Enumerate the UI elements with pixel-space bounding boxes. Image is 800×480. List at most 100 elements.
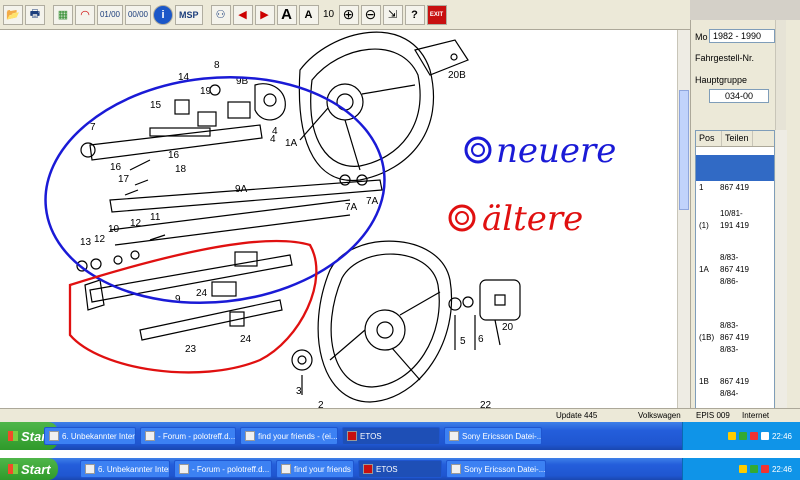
- tray-icon[interactable]: [760, 432, 769, 440]
- panel-scrollbar[interactable]: [775, 20, 786, 130]
- model-label: Mo: [695, 32, 708, 42]
- vehicle-panel: Mo 1982 - 1990 Fahrgestell-Nr. Hauptgrup…: [690, 20, 800, 410]
- tray-icon[interactable]: [760, 465, 769, 473]
- tray-icon[interactable]: [727, 432, 736, 440]
- page-back-button[interactable]: 00/00: [125, 4, 151, 25]
- task-etos[interactable]: ETOS: [342, 427, 440, 445]
- task-etos[interactable]: ETOS: [358, 460, 442, 478]
- clock[interactable]: 22:46: [772, 465, 792, 474]
- callout-label[interactable]: 7A: [345, 202, 358, 213]
- task-browser-1[interactable]: 6. Unbekannter Inter...: [44, 427, 136, 445]
- callout-label[interactable]: 19: [200, 86, 212, 97]
- zoom-level: 10: [322, 9, 335, 20]
- callout-label[interactable]: 16: [168, 150, 180, 161]
- task-browser-3[interactable]: find your friends - (ei...: [276, 460, 354, 478]
- zoom-out-icon[interactable]: ⊖: [360, 4, 381, 25]
- folder-icon: [451, 464, 461, 474]
- callout-label[interactable]: 12: [130, 218, 142, 229]
- callout-label[interactable]: 24: [240, 334, 252, 345]
- grid-icon[interactable]: ▦: [53, 4, 73, 25]
- fit-icon[interactable]: ⇲: [382, 4, 403, 25]
- browser-icon: [281, 464, 291, 474]
- callout-label[interactable]: 11: [150, 212, 161, 223]
- page-forward-button[interactable]: 01/00: [97, 4, 123, 25]
- chassis-label: Fahrgestell-Nr.: [695, 53, 755, 63]
- callout-label[interactable]: 2: [318, 400, 324, 408]
- brand-status: Volkswagen: [638, 411, 681, 420]
- callout-label[interactable]: 1A: [285, 138, 298, 149]
- year-range-field[interactable]: 1982 - 1990: [709, 29, 775, 43]
- callout-label[interactable]: 10: [108, 224, 120, 235]
- binoculars-icon[interactable]: ⚇: [210, 4, 231, 25]
- tray-icon[interactable]: [749, 432, 758, 440]
- task-sony-ericsson[interactable]: Sony Ericsson Datei-...: [444, 427, 542, 445]
- help-icon[interactable]: ?: [404, 4, 425, 25]
- font-larger-icon[interactable]: A: [276, 4, 297, 25]
- pos-column-header[interactable]: Pos: [696, 131, 722, 146]
- parts-row-number: 8/83-: [720, 321, 739, 330]
- task-label: Sony Ericsson Datei-...: [464, 464, 546, 474]
- browser-icon: [49, 431, 59, 441]
- msp-button[interactable]: MSP: [175, 4, 203, 25]
- selected-row[interactable]: [696, 155, 774, 181]
- callout-label[interactable]: 22: [480, 400, 492, 408]
- callout-label[interactable]: 24: [196, 288, 208, 299]
- task-sony-ericsson[interactable]: Sony Ericsson Datei-...: [446, 460, 546, 478]
- task-browser-2[interactable]: - Forum - polotreff.d...: [174, 460, 272, 478]
- drawing-scrollbar[interactable]: [677, 30, 690, 408]
- callout-label[interactable]: 16: [110, 162, 122, 173]
- internet-status: Internet: [742, 411, 770, 420]
- gauge-icon[interactable]: ◠: [75, 4, 95, 25]
- parts-diagram[interactable]: 14 8 9B 19 15 4 7 16 16 17 18 1A 9A 7A 7A 13 12 10 12 11 20B…: [0, 30, 677, 408]
- callout-label[interactable]: 15: [150, 100, 162, 111]
- callout-label[interactable]: 5: [460, 336, 466, 347]
- callout-label[interactable]: 9A: [235, 184, 248, 195]
- parts-list[interactable]: Pos Teilen 1 867 419 10/81- (1) 191 419 8/83-…: [695, 130, 775, 410]
- task-browser-2[interactable]: - Forum - polotreff.d...: [140, 427, 236, 445]
- scroll-thumb[interactable]: [679, 90, 689, 210]
- previous-icon[interactable]: ◀: [232, 4, 253, 25]
- print-icon[interactable]: 🖶: [25, 4, 45, 25]
- part-column-header[interactable]: Teilen: [722, 131, 753, 146]
- etos-icon: [363, 464, 373, 474]
- callout-label[interactable]: 20: [502, 322, 514, 333]
- parts-row-number: 8/84-: [720, 389, 739, 398]
- zoom-in-icon[interactable]: ⊕: [338, 4, 359, 25]
- callout-label[interactable]: 7: [90, 122, 96, 133]
- parts-row-number: 867 419: [720, 183, 749, 192]
- parts-row-number: 8/83-: [720, 253, 739, 262]
- parts-row-pos: 1A: [699, 265, 709, 274]
- callout-label[interactable]: 4: [270, 134, 276, 145]
- main-group-field[interactable]: 034-00: [709, 89, 769, 103]
- callout-label[interactable]: 6: [478, 334, 484, 345]
- parts-row-number: 10/81-: [720, 209, 743, 218]
- system-tray: 22:46: [682, 422, 800, 450]
- exit-button[interactable]: EXIT: [426, 4, 447, 25]
- next-icon[interactable]: ▶: [254, 4, 275, 25]
- tray-icon[interactable]: [738, 465, 747, 473]
- font-smaller-icon[interactable]: A: [298, 4, 319, 25]
- open-folder-icon[interactable]: 📂: [3, 4, 23, 25]
- parts-row-pos: 1: [699, 183, 704, 192]
- callout-label[interactable]: 3: [296, 386, 302, 397]
- parts-scrollbar[interactable]: [776, 130, 787, 410]
- annotation-new-text: neuere: [496, 131, 616, 171]
- clock[interactable]: 22:46: [772, 432, 792, 441]
- callout-label[interactable]: 18: [175, 164, 187, 175]
- callout-label[interactable]: 20B: [448, 70, 466, 81]
- etos-icon: [347, 431, 357, 441]
- tray-icon[interactable]: [738, 432, 747, 440]
- callout-label[interactable]: 13: [80, 237, 92, 248]
- callout-label[interactable]: 23: [185, 344, 197, 355]
- task-browser-3[interactable]: find your friends - (ei...: [240, 427, 338, 445]
- callout-label[interactable]: 12: [94, 234, 106, 245]
- task-label: ETOS: [376, 464, 398, 474]
- callout-label[interactable]: 7A: [366, 196, 379, 207]
- tray-icon[interactable]: [749, 465, 758, 473]
- info-icon[interactable]: i: [153, 4, 173, 25]
- task-browser-1[interactable]: 6. Unbekannter Inter...: [80, 460, 170, 478]
- callout-label[interactable]: 17: [118, 174, 130, 185]
- callout-label[interactable]: 8: [214, 60, 220, 71]
- callout-label[interactable]: 9: [175, 294, 181, 305]
- start-button-2[interactable]: Start: [0, 458, 58, 480]
